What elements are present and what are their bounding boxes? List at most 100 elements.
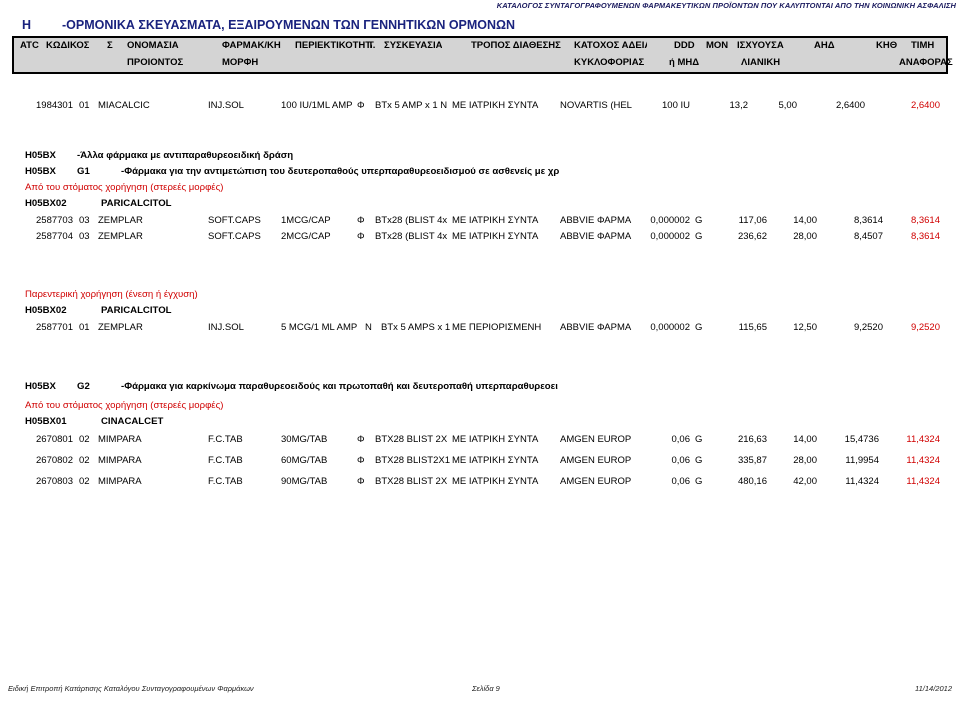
cell-reference-price: 11,4324: [906, 455, 940, 466]
cell-kth: 11,4324: [845, 476, 879, 487]
cell-supply: ΜΕ ΙΑΤΡΙΚΗ ΣΥΝΤΑ: [452, 100, 539, 111]
cell-t: Φ: [357, 215, 365, 226]
cell-holder: NOVARTIS (HEL: [560, 100, 632, 111]
group-code: H05BX: [25, 150, 56, 161]
substance-code: H05BX02: [25, 305, 67, 316]
cell-t: Φ: [357, 434, 365, 445]
col-t: Τ.: [368, 40, 376, 51]
cell-name: MIMPARA: [98, 434, 142, 445]
cell-t: Φ: [357, 455, 365, 466]
cell-ahd: 28,00: [793, 231, 817, 242]
cell-ahd: 12,50: [793, 322, 817, 333]
table-row: 2587703 03 ZEMPLAR SOFT.CAPS 1MCG/CAP Φ …: [0, 215, 960, 230]
cell-mon: G: [695, 322, 703, 333]
cell-ahd: 14,00: [793, 215, 817, 226]
cell-ddd: 0,06: [671, 434, 691, 445]
cell-ddd: 0,000002: [650, 215, 690, 226]
cell-kth: 15,4736: [844, 434, 879, 445]
substance-name: PARICALCITOL: [101, 198, 172, 209]
cell-ahd: 2,6400: [835, 100, 865, 111]
cell-reference-price: 11,4324: [906, 476, 940, 487]
substance-heading-cinacalcet: H05BX01 CINACALCET: [25, 416, 163, 427]
route-heading-parenteral: Παρεντερική χορήγηση (ένεση ή έγχυση): [25, 289, 198, 300]
cell-code: 2670802: [36, 455, 73, 466]
col-ahd: ΑΗΔ: [814, 40, 835, 51]
cell-t: Φ: [357, 100, 365, 111]
cell-t: Φ: [357, 231, 365, 242]
col-periektikotita: ΠΕΡΙΕΚΤΙΚΟΤΗΤΑ: [295, 40, 372, 51]
cell-mon: G: [695, 476, 703, 487]
cell-ahd: 14,00: [793, 434, 817, 445]
cell-package: BTx 5 AMPS x 1: [381, 322, 451, 333]
cell-mon: G: [695, 434, 703, 445]
cell-s: 01: [79, 100, 90, 111]
cell-code: 2587704: [36, 231, 73, 242]
cell-t: Φ: [357, 476, 365, 487]
cell-reference-price: 11,4324: [906, 434, 940, 445]
running-head: ΚΑΤΑΛΟΓΟΣ ΣΥΝΤΑΓΟΓΡΑΦΟΥΜΕΝΩΝ ΦΑΡΜΑΚΕΥΤΙΚ…: [496, 1, 956, 10]
cell-mon: 13,2: [729, 100, 749, 111]
cell-reference-price: 8,3614: [910, 215, 940, 226]
cell-retail: 117,06: [738, 215, 767, 226]
group-subcode: G1: [77, 166, 90, 177]
cell-reference-price: 9,2520: [910, 322, 940, 333]
group-title: -Φάρμακα για την αντιμετώπιση του δευτερ…: [121, 166, 560, 177]
table-row: 2587701 01 ZEMPLAR INJ.SOL 5 MCG/1 ML AM…: [0, 322, 960, 337]
cell-reference-price: 8,3614: [910, 231, 940, 242]
group-heading-h05bx-g2: H05BX G2 -Φάρμακα για καρκίνωμα παραθυρεοε…: [25, 381, 558, 392]
cell-package: BTX28 BLIST2X1: [375, 455, 450, 466]
cell-s: 02: [79, 455, 90, 466]
table-row: 2670802 02 MIMPARA F.C.TAB 60MG/TAB Φ BT…: [0, 455, 960, 470]
cell-holder: AMGEN EUROP: [560, 434, 632, 445]
cell-code: 2670801: [36, 434, 73, 445]
cell-kth: 11,9954: [845, 455, 879, 466]
cell-strength: 100 IU/1ML AMP: [281, 100, 353, 111]
header-line-2: ΠΡΟΙΟΝΤΟΣ ΜΟΡΦΗ ΚΥΚΛΟΦΟΡΙΑΣ ή ΜΗΔ ΛΙΑΝΙΚ…: [14, 57, 953, 74]
cell-strength: 60MG/TAB: [281, 455, 328, 466]
col-ischyousa: ΙΣΧΥΟΥΣΑ: [737, 40, 784, 51]
cell-retail: 115,65: [738, 322, 767, 333]
cell-kth: 8,3614: [853, 215, 883, 226]
cell-ddd: 0,06: [671, 476, 691, 487]
cell-name: ZEMPLAR: [98, 231, 143, 242]
col-anaforas: ΑΝΑΦΟΡΑΣ: [899, 57, 953, 68]
cell-retail: 236,62: [737, 231, 767, 242]
cell-form: INJ.SOL: [208, 100, 244, 111]
cell-t: N: [365, 322, 372, 333]
cell-supply: ΜΕ ΙΑΤΡΙΚΗ ΣΥΝΤΑ: [452, 215, 539, 226]
footer-page-number: Σελίδα 9: [472, 684, 500, 693]
col-tropos: ΤΡΟΠΟΣ ΔΙΑΘΕΣΗΣ: [471, 40, 561, 51]
cell-holder: AMGEN EUROP: [560, 476, 632, 487]
cell-supply: ΜΕ ΙΑΤΡΙΚΗ ΣΥΝΤΑ: [452, 455, 539, 466]
cell-supply: ΜΕ ΠΕΡΙΟΡΙΣΜΕΝΗ: [452, 322, 542, 333]
cell-s: 02: [79, 476, 90, 487]
cell-ddd: 0,06: [671, 455, 691, 466]
table-row: 1984301 01 MIACALCIC INJ.SOL 100 IU/1ML …: [0, 100, 960, 115]
cell-mon: G: [695, 455, 703, 466]
cell-retail: 5,00: [778, 100, 798, 111]
cell-reference-price: 2,6400: [910, 100, 940, 111]
cell-name: MIMPARA: [98, 476, 142, 487]
cell-code: 1984301: [36, 100, 73, 111]
col-morfi: ΦΑΡΜΑΚ/ΚΗ: [222, 40, 281, 51]
cell-package: BTX28 BLIST 2X: [375, 434, 448, 445]
col-atc: ATC: [20, 40, 39, 51]
cell-ddd: 0,000002: [650, 322, 690, 333]
col-proiontos: ΠΡΟΙΟΝΤΟΣ: [127, 57, 184, 68]
group-code: H05BX: [25, 166, 56, 177]
col-kth: ΚΗΘ: [876, 40, 898, 51]
substance-heading-paricalcitol-parenteral: H05BX02 PARICALCITOL: [25, 305, 172, 316]
substance-code: H05BX02: [25, 198, 67, 209]
cell-kth: 8,4507: [853, 231, 883, 242]
cell-name: MIMPARA: [98, 455, 142, 466]
group-heading-h05bx-g1: H05BX G1 -Φάρμακα για την αντιμετώπιση του…: [25, 166, 559, 177]
cell-package: BTx28 (BLIST 4x: [375, 231, 448, 242]
cell-package: BTx 5 AMP x 1 N: [375, 100, 448, 111]
cell-supply: ΜΕ ΙΑΤΡΙΚΗ ΣΥΝΤΑ: [452, 434, 539, 445]
footer-date: 11/14/2012: [915, 684, 952, 693]
cell-holder: ABBVIE ΦΑΡΜΑ: [560, 215, 632, 226]
group-title: -Άλλα φάρμακα με αντιπαραθυρεοειδική δρά…: [77, 150, 294, 161]
cell-code: 2670803: [36, 476, 73, 487]
col-katochos: ΚΑΤΟΧΟΣ ΑΔΕΙΑΣ: [574, 40, 647, 51]
substance-code: H05BX01: [25, 416, 67, 427]
